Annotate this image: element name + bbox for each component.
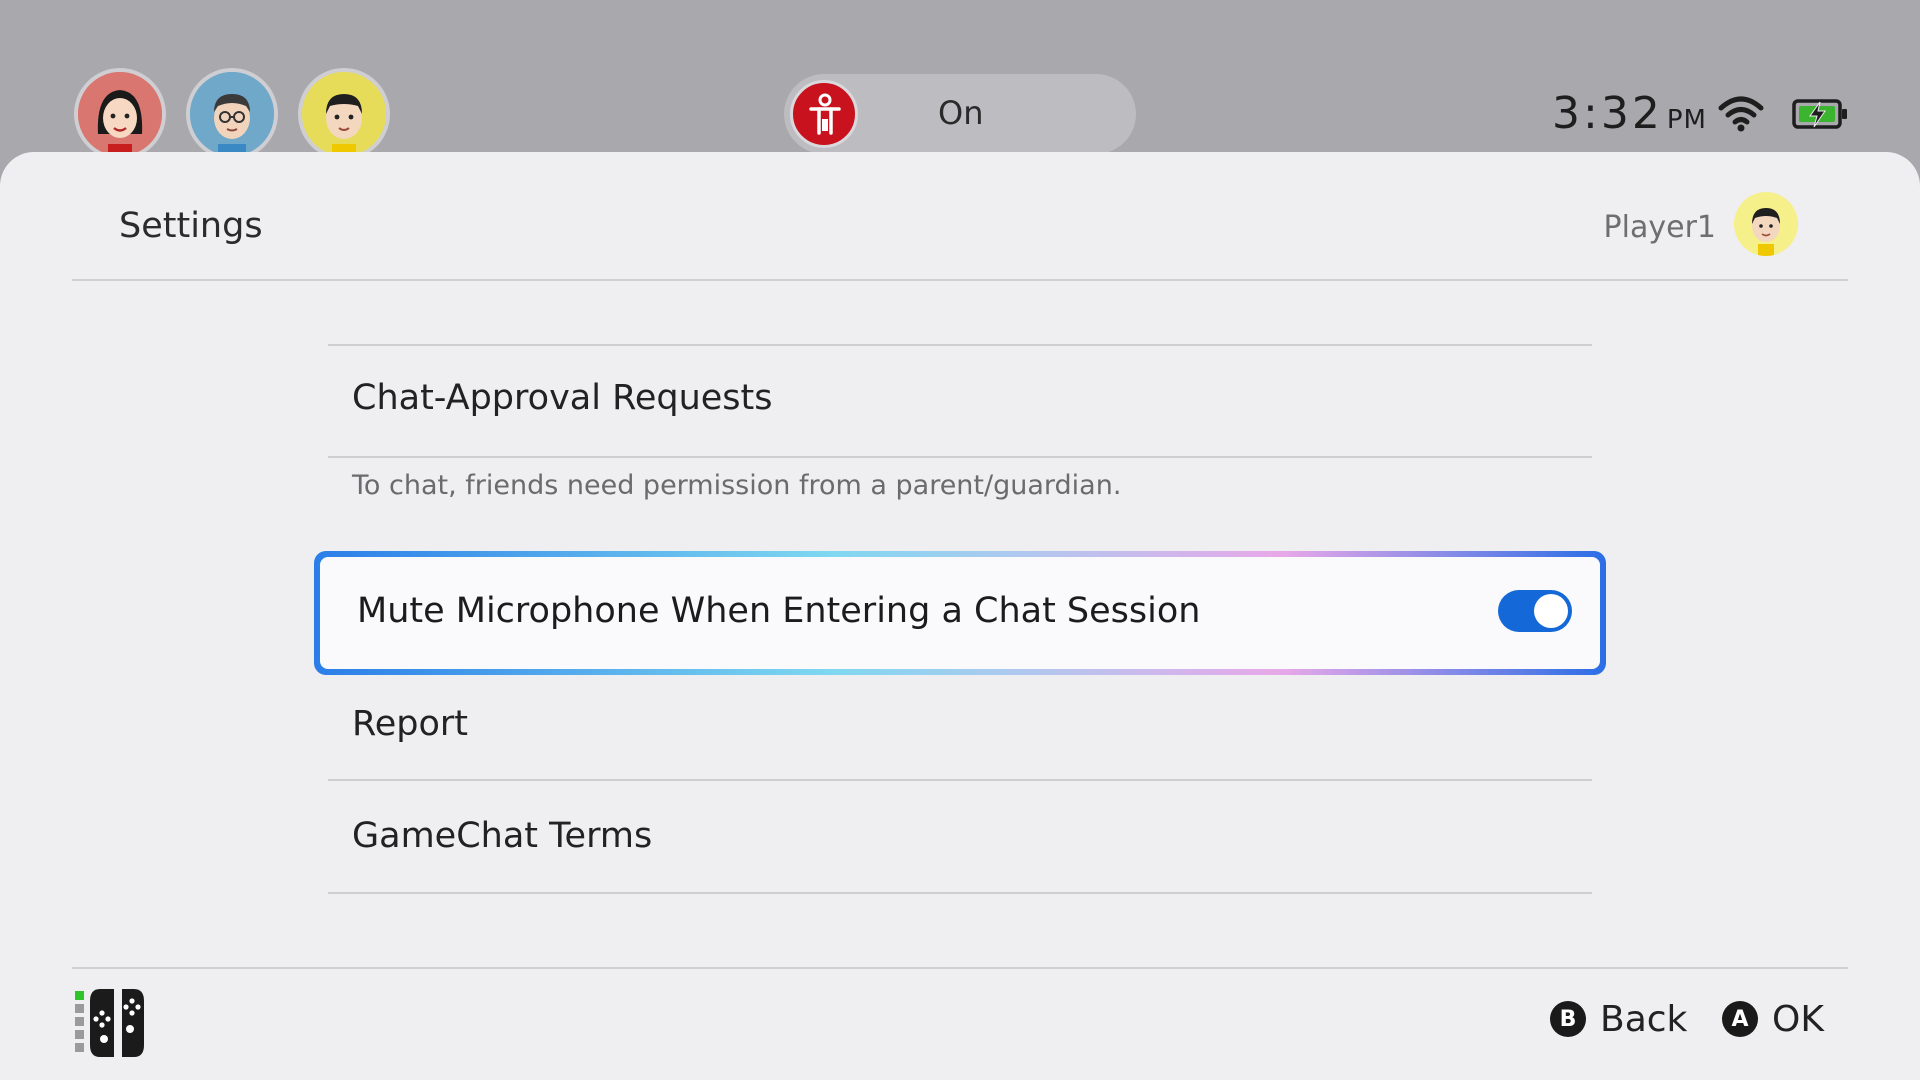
battery-charging-icon (1792, 99, 1847, 129)
list-item-chat-approval-requests[interactable]: Chat-Approval Requests (352, 378, 772, 418)
back-button[interactable]: B Back (1550, 995, 1687, 1043)
header-divider (72, 279, 1848, 281)
back-label: Back (1600, 998, 1688, 1040)
player-avatar[interactable] (1734, 192, 1798, 256)
chat-approval-description: To chat, friends need permission from a … (352, 470, 1122, 501)
a-button-icon: A (1722, 1001, 1758, 1037)
toggle-knob (1534, 594, 1568, 628)
page-title: Settings (119, 206, 263, 246)
list-divider (328, 344, 1592, 346)
player-name: Player1 (1603, 210, 1716, 245)
b-button-icon: B (1550, 1001, 1586, 1037)
mute-microphone-label: Mute Microphone When Entering a Chat Ses… (357, 591, 1201, 631)
user-avatar-1[interactable] (74, 68, 166, 160)
clock: 3:32 PM (1552, 88, 1707, 142)
mute-microphone-toggle[interactable] (1498, 590, 1572, 632)
ok-label: OK (1772, 998, 1824, 1040)
parental-controls-status[interactable]: On (784, 74, 1136, 154)
footer-divider (72, 967, 1848, 969)
top-bar: On 3:32 PM (0, 0, 1920, 160)
settings-panel: Settings Player1 Chat-Approval Requests … (0, 152, 1920, 1080)
user-avatar-3[interactable] (298, 68, 390, 160)
list-item-gamechat-terms[interactable]: GameChat Terms (352, 816, 652, 856)
clock-ampm: PM (1666, 105, 1707, 135)
parental-controls-status-text: On (938, 94, 984, 132)
user-avatar-2[interactable] (186, 68, 278, 160)
list-divider (328, 779, 1592, 781)
list-item-mute-microphone[interactable]: Mute Microphone When Entering a Chat Ses… (314, 551, 1606, 675)
clock-time: 3:32 (1552, 88, 1663, 139)
selection-highlight: Mute Microphone When Entering a Chat Ses… (320, 557, 1600, 669)
wifi-icon (1718, 96, 1764, 132)
joy-con-icon (75, 989, 144, 1057)
ok-button[interactable]: A OK (1722, 995, 1824, 1043)
list-divider (328, 456, 1592, 458)
parental-controls-icon (790, 80, 858, 148)
list-divider (328, 892, 1592, 894)
list-item-report[interactable]: Report (352, 704, 468, 744)
